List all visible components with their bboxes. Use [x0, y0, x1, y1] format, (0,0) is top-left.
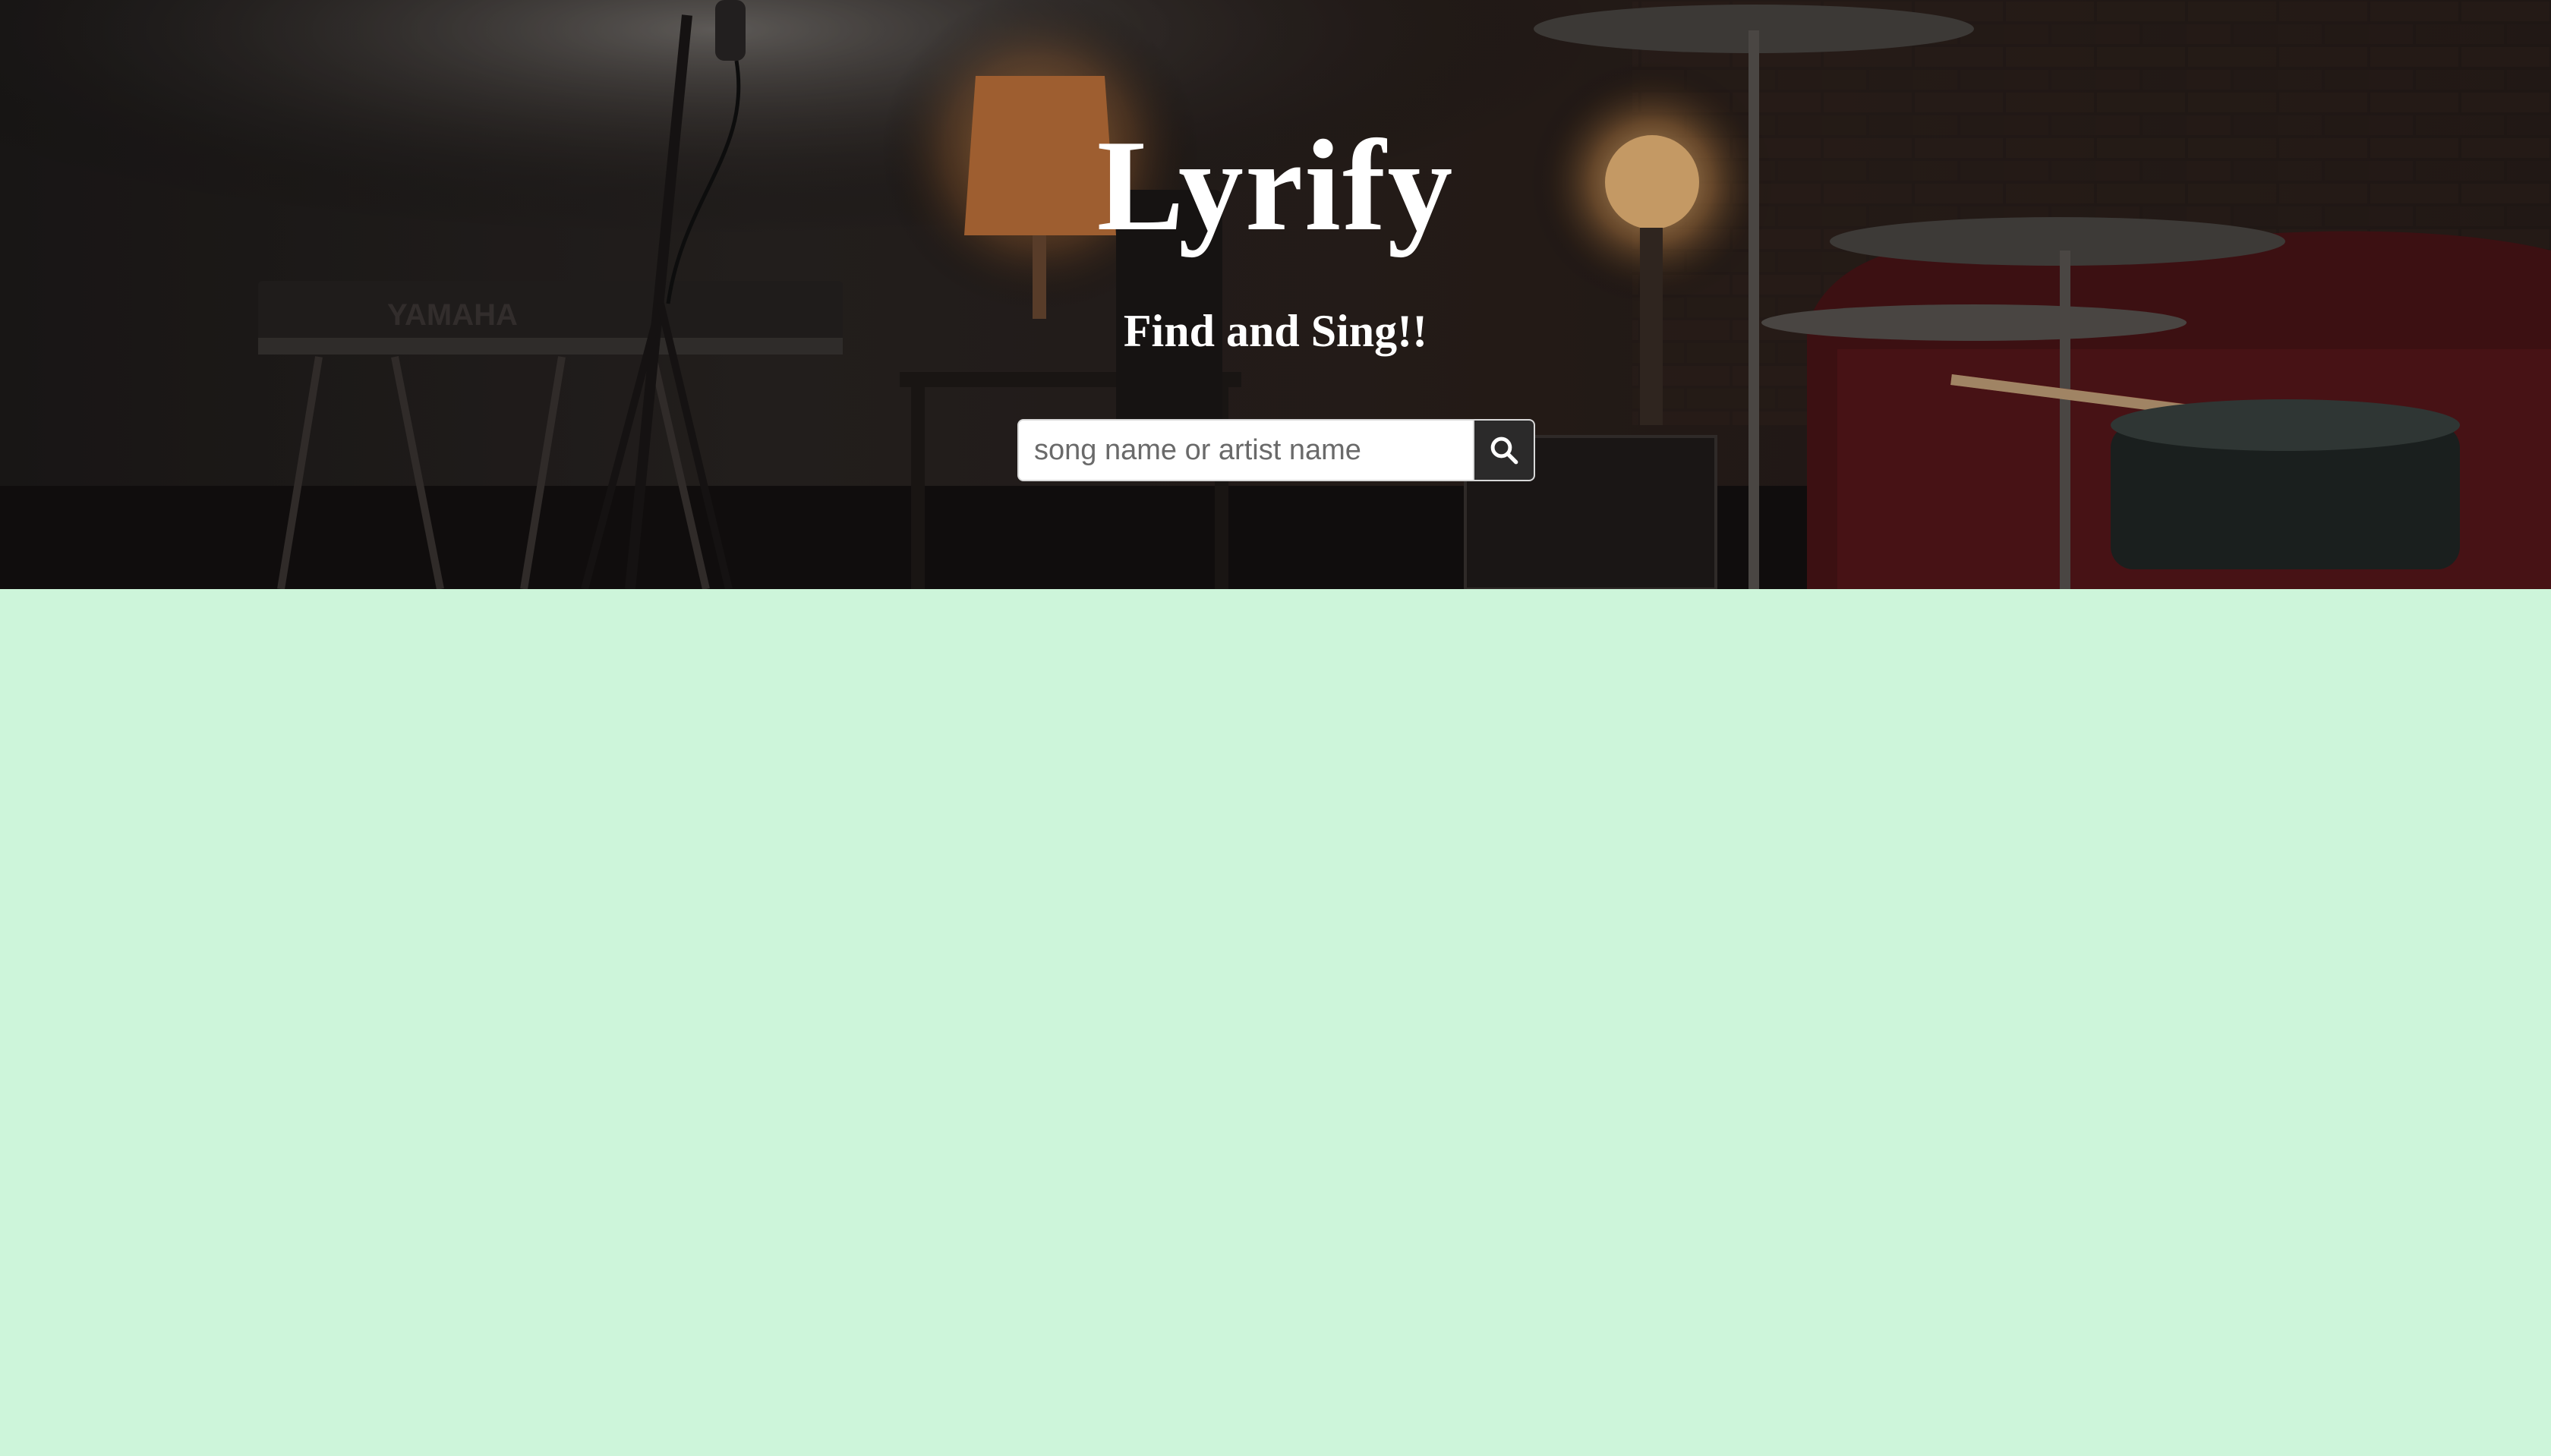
- site-title: Lyrify: [1096, 114, 1455, 258]
- hero-banner: YAMAHA Lyrify Find and Sing!! song name …: [0, 0, 2551, 589]
- hero-content: Lyrify Find and Sing!!: [0, 0, 2551, 589]
- search-form: [1017, 419, 1535, 481]
- main-content-area: [0, 589, 2551, 1456]
- search-icon: [1490, 436, 1518, 465]
- search-button[interactable]: [1473, 421, 1534, 480]
- search-input[interactable]: [1019, 421, 1473, 480]
- site-tagline: Find and Sing!!: [1123, 306, 1428, 356]
- page: YAMAHA Lyrify Find and Sing!! song name …: [0, 0, 2551, 1456]
